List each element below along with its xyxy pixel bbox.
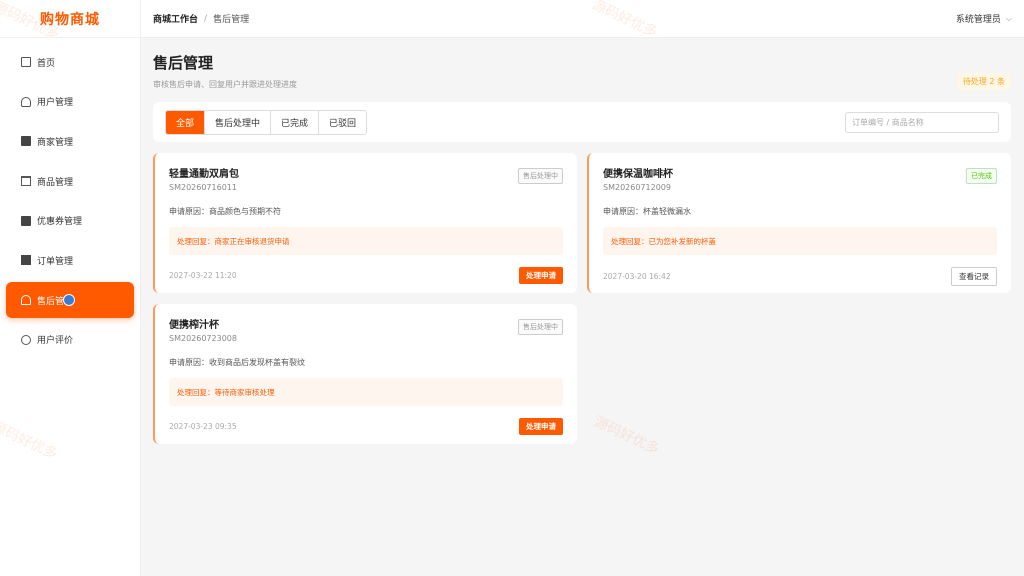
coupon-icon	[21, 215, 31, 226]
sidebar-item-home[interactable]: 首页	[6, 44, 134, 80]
pending-badge: 待处理 2 条	[956, 73, 1011, 90]
search-input[interactable]	[845, 111, 999, 133]
shop-icon	[21, 136, 31, 147]
card-footer: 2027-03-22 11:20 处理申请	[169, 267, 563, 284]
status-badge: 已完成	[966, 168, 997, 184]
apply-time: 2027-03-22 11:20	[169, 271, 237, 280]
user-name: 系统管理员	[955, 15, 1001, 25]
apply-reason: 申请原因：杯盖轻微漏水	[603, 207, 691, 216]
after-sales-card: 轻量通勤双肩包 SM20260716011 售后处理中 申请原因：商品颜色与预期…	[153, 153, 577, 293]
sidebar-item-users[interactable]: 用户管理	[6, 84, 134, 120]
sidebar-item-coupons[interactable]: 优惠券管理	[6, 203, 134, 239]
sidebar-item-label: 首页	[37, 58, 56, 69]
handle-request-button[interactable]: 处理申请	[519, 418, 563, 435]
apply-reason: 申请原因：商品颜色与预期不符	[169, 207, 281, 216]
card-footer: 2027-03-23 09:35 处理申请	[169, 418, 563, 435]
breadcrumb-current: 售后管理	[213, 15, 250, 25]
product-name: 便携榨汁杯	[169, 320, 219, 331]
app-logo[interactable]: 购物商城	[0, 0, 140, 38]
sidebar-item-merchants[interactable]: 商家管理	[6, 123, 134, 159]
handle-request-button[interactable]: 处理申请	[519, 267, 563, 284]
status-badge: 售后处理中	[518, 168, 563, 184]
status-tabs: 全部 售后处理中 已完成 已驳回	[165, 109, 368, 135]
sidebar-item-after-sales[interactable]: 售后管理	[6, 282, 134, 319]
monitor-icon	[21, 57, 31, 67]
apply-reason: 申请原因：收到商品后发现杯盖有裂纹	[169, 358, 305, 367]
apply-time: 2027-03-20 16:42	[603, 272, 671, 281]
sidebar-item-label: 商家管理	[37, 137, 74, 148]
breadcrumb-separator: /	[204, 13, 208, 24]
tab-rejected[interactable]: 已驳回	[318, 110, 367, 134]
card-footer: 2027-03-20 16:42 查看记录	[603, 267, 997, 286]
after-sales-list: 轻量通勤双肩包 SM20260716011 售后处理中 申请原因：商品颜色与预期…	[153, 153, 1011, 473]
sidebar-nav: 首页 用户管理 商家管理 商品管理 优惠券管理 订单管理 售后管理 用户评价	[0, 38, 140, 358]
main-content: 售后管理 审核售后申请、回复用户并跟进处理进度 待处理 2 条 全部 售后处理中…	[153, 38, 1011, 473]
tab-all[interactable]: 全部	[166, 110, 205, 134]
cursor-indicator	[63, 294, 75, 307]
view-record-button[interactable]: 查看记录	[951, 267, 997, 286]
after-sales-card: 便携榨汁杯 SM20260723008 售后处理中 申请原因：收到商品后发现杯盖…	[153, 304, 577, 444]
product-name: 便携保温咖啡杯	[603, 169, 673, 180]
comment-icon	[21, 334, 31, 345]
status-badge: 售后处理中	[518, 319, 563, 335]
user-icon	[21, 96, 31, 107]
handling-reply: 处理回复：等待商家审核处理	[169, 378, 563, 406]
sidebar: 购物商城 首页 用户管理 商家管理 商品管理 优惠券管理 订单管理 售后管理 用…	[0, 0, 141, 576]
handling-reply: 处理回复：已为您补发新的杯盖	[603, 227, 997, 255]
sidebar-item-label: 订单管理	[37, 256, 74, 267]
order-id: SM20260712009	[603, 183, 671, 192]
sidebar-item-orders[interactable]: 订单管理	[6, 242, 134, 278]
breadcrumb-root[interactable]: 商城工作台	[153, 12, 198, 25]
order-id: SM20260716011	[169, 183, 237, 192]
page-subtitle: 审核售后申请、回复用户并跟进处理进度	[153, 80, 297, 89]
sidebar-item-label: 商品管理	[37, 177, 74, 188]
sidebar-item-label: 优惠券管理	[37, 217, 83, 228]
bag-icon	[21, 176, 31, 187]
tab-completed[interactable]: 已完成	[270, 110, 319, 134]
user-menu[interactable]: 系统管理员 ⌵	[955, 12, 1012, 26]
after-sales-card: 便携保温咖啡杯 SM20260712009 已完成 申请原因：杯盖轻微漏水 处理…	[587, 153, 1011, 293]
apply-time: 2027-03-23 09:35	[169, 422, 237, 431]
clipboard-icon	[21, 255, 31, 266]
product-name: 轻量通勤双肩包	[169, 169, 239, 180]
chevron-down-icon: ⌵	[1005, 13, 1012, 23]
page-title: 售后管理	[153, 54, 214, 72]
filter-bar: 全部 售后处理中 已完成 已驳回	[153, 102, 1011, 142]
top-bar: 商城工作台 / 售后管理 系统管理员 ⌵	[141, 0, 1024, 38]
sidebar-item-label: 用户管理	[37, 98, 74, 109]
tab-processing[interactable]: 售后处理中	[204, 110, 271, 134]
sidebar-item-reviews[interactable]: 用户评价	[6, 322, 134, 358]
handling-reply: 处理回复：商家正在审核退货申请	[169, 227, 563, 255]
headset-icon	[21, 295, 31, 306]
sidebar-item-label: 用户评价	[37, 336, 74, 347]
sidebar-item-products[interactable]: 商品管理	[6, 163, 134, 199]
order-id: SM20260723008	[169, 334, 237, 343]
